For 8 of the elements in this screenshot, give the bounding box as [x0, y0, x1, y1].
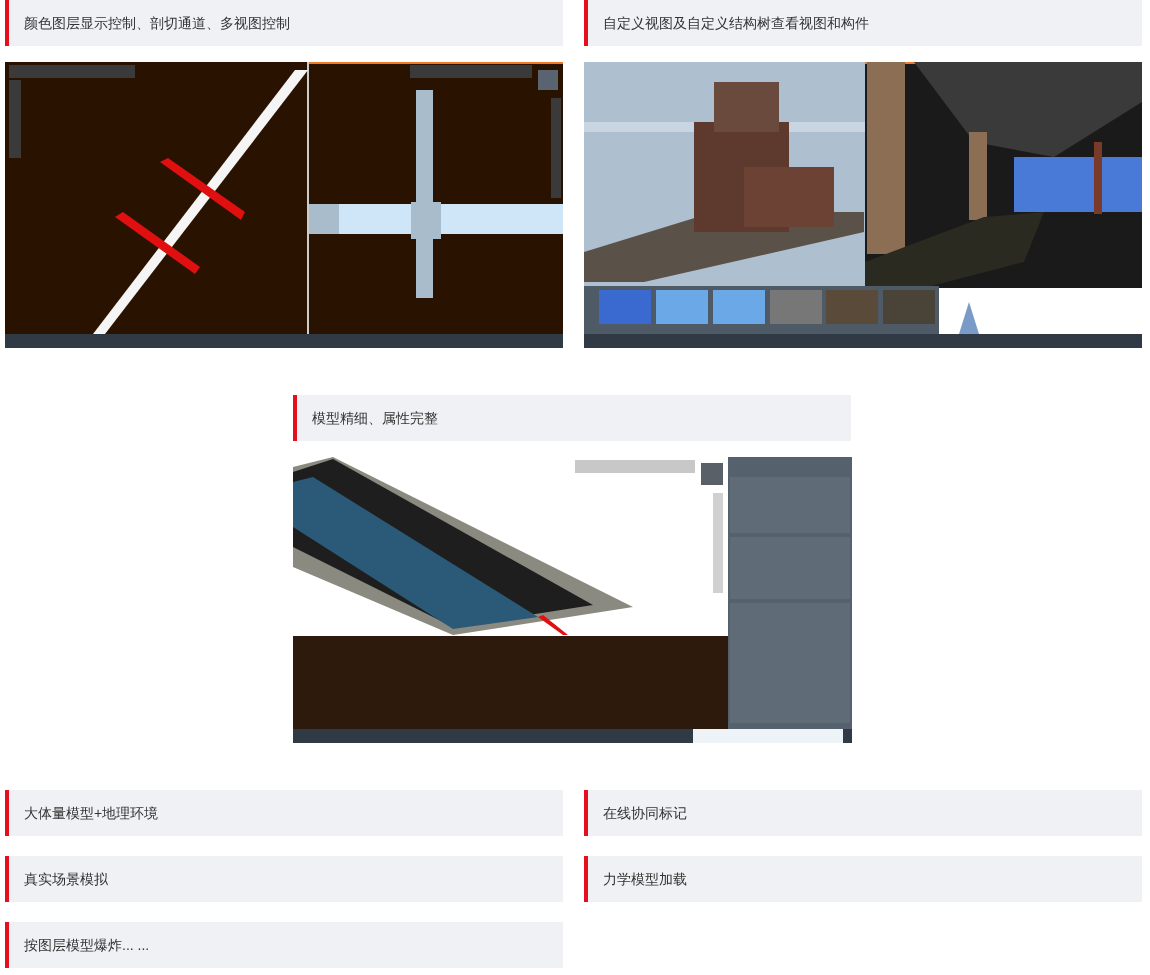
feature-heading: 大体量模型+地理环境 — [5, 790, 563, 836]
feature-heading: 按图层模型爆炸... ... — [5, 922, 563, 968]
feature-heading: 真实场景模拟 — [5, 856, 563, 902]
feature-heading: 自定义视图及自定义结构树查看视图和构件 — [583, 0, 1142, 46]
feature-heading: 在线协同标记 — [584, 790, 1142, 836]
feature-heading: 力学模型加载 — [584, 856, 1142, 902]
feature-heading: 模型精细、属性完整 — [292, 395, 851, 441]
feature-heading: 颜色图层显示控制、剖切通道、多视图控制 — [5, 0, 563, 46]
